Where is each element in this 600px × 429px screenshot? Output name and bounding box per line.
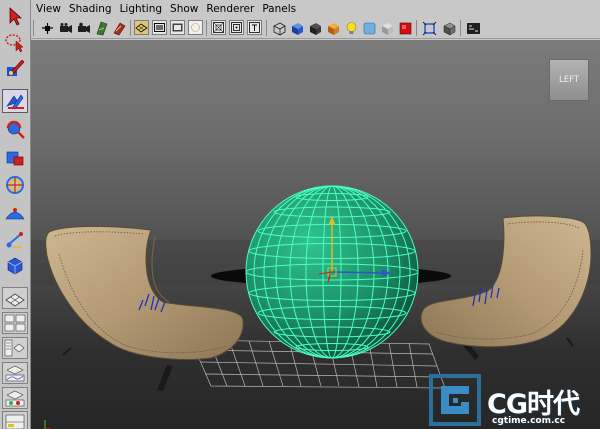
toolbar-separator <box>266 20 267 36</box>
menu-show[interactable]: Show <box>170 3 198 15</box>
use-all-lights-icon[interactable] <box>343 20 358 35</box>
isolate-select-icon[interactable] <box>421 20 437 36</box>
safe-action-icon[interactable] <box>229 20 244 35</box>
persp-hypershade-layout-icon[interactable] <box>2 387 28 409</box>
panel-toolbar <box>31 17 600 39</box>
camera-attributes-icon[interactable] <box>57 20 72 35</box>
move-tool-icon[interactable] <box>2 89 28 113</box>
toolbar-separator <box>130 20 131 36</box>
hud-icon[interactable] <box>465 20 480 35</box>
watermark: CG时代 cgtime.com.cc <box>423 372 600 427</box>
field-chart-icon[interactable] <box>211 20 226 35</box>
watermark-logo-icon <box>429 374 481 426</box>
toolbar-separator <box>206 20 207 36</box>
bookmarks-icon[interactable] <box>75 20 90 35</box>
shadows-icon[interactable] <box>361 20 376 35</box>
select-tool-icon[interactable] <box>2 4 28 28</box>
single-perspective-layout-icon[interactable] <box>2 287 28 309</box>
grid-icon[interactable] <box>134 20 149 35</box>
four-view-layout-icon[interactable] <box>2 312 28 334</box>
xray-joints-icon[interactable] <box>397 20 412 35</box>
right-chair <box>420 215 592 360</box>
film-gate-icon[interactable] <box>152 20 167 35</box>
textured-icon[interactable] <box>325 20 340 35</box>
scale-tool-icon[interactable] <box>2 145 28 169</box>
toolbar-separator <box>416 20 417 36</box>
select-camera-icon[interactable] <box>39 20 54 35</box>
smooth-shade-icon[interactable] <box>289 20 304 35</box>
viewport-2-icon[interactable] <box>441 20 456 36</box>
persp-outliner-layout-icon[interactable] <box>2 337 28 359</box>
paint-select-tool-icon[interactable] <box>2 56 28 80</box>
safe-title-icon[interactable] <box>247 20 262 35</box>
soft-modification-icon[interactable] <box>2 200 28 224</box>
show-manipulator-icon[interactable] <box>2 228 28 252</box>
persp-graph-layout-icon[interactable] <box>2 362 28 384</box>
image-plane-2-icon[interactable] <box>111 20 126 36</box>
wireframe-icon[interactable] <box>271 20 286 36</box>
universal-manipulator-icon[interactable] <box>2 173 28 197</box>
toolbox <box>0 0 31 429</box>
gate-mask-icon[interactable] <box>188 20 203 35</box>
panel-menu-bar: View Shading Lighting Show Renderer Pane… <box>31 0 600 17</box>
wireframe-on-shaded-icon[interactable] <box>307 20 322 35</box>
persp-trax-layout-icon[interactable] <box>2 411 28 429</box>
resolution-gate-icon[interactable] <box>170 20 185 35</box>
last-used-tool-icon[interactable] <box>2 254 28 278</box>
menu-panels[interactable]: Panels <box>262 3 296 15</box>
menu-renderer[interactable]: Renderer <box>206 3 254 15</box>
viewport-persp[interactable]: LEFT CG时代 cgtime.com.cc <box>31 40 600 429</box>
view-cube[interactable]: LEFT <box>549 59 589 101</box>
xray-icon[interactable] <box>379 20 394 35</box>
watermark-url: cgtime.com.cc <box>492 416 566 426</box>
toolbar-separator <box>460 20 461 36</box>
rotate-tool-icon[interactable] <box>2 117 28 141</box>
toolbar-handle <box>33 20 34 36</box>
menu-view[interactable]: View <box>36 3 61 15</box>
lasso-tool-icon[interactable] <box>2 30 28 54</box>
view-cube-label: LEFT <box>558 75 580 85</box>
menu-shading[interactable]: Shading <box>69 3 112 15</box>
image-plane-icon[interactable] <box>93 20 108 36</box>
menu-lighting[interactable]: Lighting <box>120 3 162 15</box>
axis-gizmo <box>44 420 51 429</box>
scene <box>31 185 600 429</box>
